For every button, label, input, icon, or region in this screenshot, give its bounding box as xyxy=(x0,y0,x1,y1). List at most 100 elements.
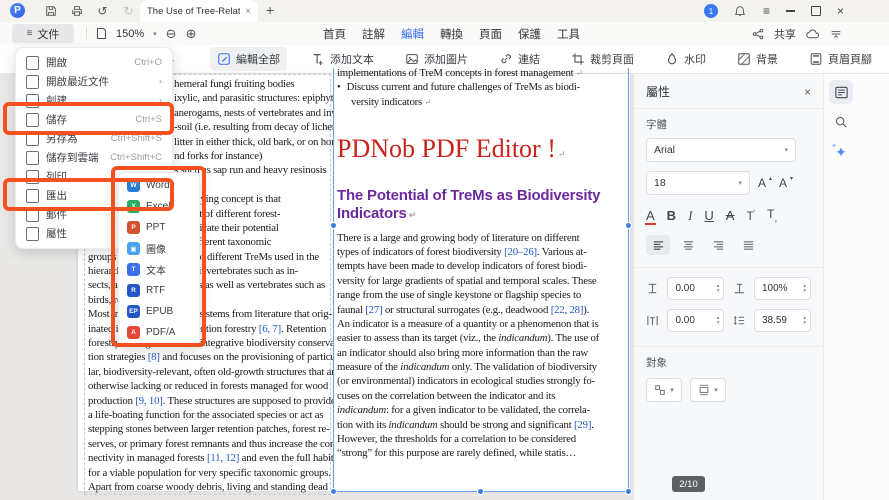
align-justify-button[interactable] xyxy=(736,235,760,255)
panel-close-icon[interactable]: × xyxy=(804,85,811,99)
format-icon: ▣ xyxy=(127,242,140,255)
increase-font-button[interactable]: A▴ xyxy=(758,176,771,190)
return-mark: ↵ xyxy=(558,149,566,159)
line-spacing-input[interactable]: 38.59 ▴▾ xyxy=(754,309,811,332)
print-icon[interactable] xyxy=(70,5,83,18)
decrease-font-button[interactable]: A▾ xyxy=(779,176,792,190)
horizontal-scale-input[interactable]: 100% ▴▾ xyxy=(754,277,811,300)
selection-handle-bottom-left[interactable] xyxy=(330,488,337,495)
ribbon-tab[interactable]: 註解 xyxy=(361,24,386,44)
object-distribute-dropdown[interactable]: ▾ xyxy=(690,378,726,402)
crop-page-label: 裁剪頁面 xyxy=(590,51,634,67)
file-menu-icon: ≡ xyxy=(27,28,33,39)
align-center-button[interactable] xyxy=(676,235,700,255)
text-line: for a viable population for very specifi… xyxy=(88,466,333,480)
ribbon-tab[interactable]: 頁面 xyxy=(478,24,503,44)
minimize-button[interactable] xyxy=(786,10,795,11)
user-avatar[interactable]: 1 xyxy=(704,4,718,18)
char-spacing-input[interactable]: 0.00 ▴▾ xyxy=(667,277,724,300)
properties-rail-button[interactable] xyxy=(829,80,853,104)
ribbon-tab[interactable]: 首頁 xyxy=(322,24,347,44)
file-menu-item[interactable]: 另存為 Ctrl+Shift+S xyxy=(16,129,172,148)
export-format-item[interactable]: EP EPUB xyxy=(119,301,199,322)
file-menu-item-icon xyxy=(26,56,39,70)
export-format-item[interactable]: W Word xyxy=(119,175,199,196)
font-color-button[interactable]: A xyxy=(646,208,655,223)
bullet-line: • Discuss current and future challenges … xyxy=(337,80,629,94)
ribbon-tab[interactable]: 編輯 xyxy=(400,24,425,44)
stepper-arrows[interactable]: ▴▾ xyxy=(803,316,806,326)
app-menu-icon[interactable]: ≡ xyxy=(763,5,770,17)
stepper-arrows[interactable]: ▴▾ xyxy=(717,316,720,326)
redo-icon[interactable]: ↻ xyxy=(122,5,135,18)
document-tab[interactable]: The Use of Tree-Relate... * × xyxy=(140,0,258,22)
ribbon-tab[interactable]: 轉換 xyxy=(439,24,464,44)
edit-all-button[interactable]: 編輯全部 xyxy=(210,47,287,71)
ribbon-tab[interactable]: 保護 xyxy=(517,24,542,44)
bold-button[interactable]: B xyxy=(667,208,676,223)
align-right-button[interactable] xyxy=(706,235,730,255)
file-menu-item-icon xyxy=(26,189,39,203)
notification-bell-icon[interactable] xyxy=(734,5,747,18)
object-align-dropdown[interactable]: ▾ xyxy=(646,378,682,402)
file-menu-item[interactable]: 開啟最近文件 › xyxy=(16,72,172,91)
font-family-select[interactable]: Arial▾ xyxy=(646,138,796,162)
save-icon[interactable] xyxy=(44,5,57,18)
search-rail-button[interactable] xyxy=(829,110,853,134)
export-format-item[interactable]: P PPT xyxy=(119,217,199,238)
ai-assistant-rail-button[interactable]: ✦✦ xyxy=(829,140,853,164)
cloud-icon[interactable] xyxy=(806,27,819,40)
right-column-text[interactable]: implementations of TreM concepts in fore… xyxy=(337,66,629,461)
close-button[interactable]: × xyxy=(837,5,844,17)
export-format-item[interactable]: A PDF/A xyxy=(119,322,199,343)
zoom-level-value[interactable]: 150% xyxy=(116,28,144,40)
file-menu-item[interactable]: 儲存到雲端 Ctrl+Shift+C xyxy=(16,148,172,167)
zoom-in-button[interactable]: ⊕ xyxy=(186,27,197,40)
ribbon-tab[interactable]: 工具 xyxy=(556,24,581,44)
align-left-button[interactable] xyxy=(646,235,670,255)
text-line: lar, biodiversity-relevant, often old-gr… xyxy=(88,365,333,379)
italic-button[interactable]: I xyxy=(688,208,692,224)
format-icon: EP xyxy=(127,305,140,318)
superscript-button[interactable]: T' xyxy=(746,209,755,223)
selection-handle-bottom-mid[interactable] xyxy=(477,488,484,495)
file-menu-item-label: 列印 xyxy=(46,169,128,184)
undo-icon[interactable]: ↺ xyxy=(96,5,109,18)
format-icon: A xyxy=(127,326,140,339)
page-fit-icon[interactable] xyxy=(96,27,107,40)
share-label[interactable]: 共享 xyxy=(774,26,796,42)
stepper-arrows[interactable]: ▴▾ xyxy=(803,284,806,294)
file-menu-item-icon xyxy=(26,151,39,165)
export-format-item[interactable]: X Excel xyxy=(119,196,199,217)
tab-close-icon[interactable]: × xyxy=(245,6,251,17)
subscript-button[interactable]: T, xyxy=(767,207,777,224)
zoom-caret-icon[interactable]: ▾ xyxy=(153,30,157,38)
selection-handle-bottom-right[interactable] xyxy=(625,488,632,495)
header-footer-button[interactable]: 頁眉頁腳 xyxy=(802,47,879,71)
file-menu-button[interactable]: ≡ 文件 xyxy=(12,24,74,43)
background-button[interactable]: 背景 xyxy=(730,47,785,71)
file-menu-item[interactable]: 創建 › xyxy=(16,91,172,110)
export-format-item[interactable]: R RTF xyxy=(119,280,199,301)
export-format-item[interactable]: ▣ 圖像 xyxy=(119,238,199,259)
format-label: 圖像 xyxy=(146,241,166,256)
font-size-select[interactable]: 18▾ xyxy=(646,171,750,195)
collapse-toolbar-icon[interactable] xyxy=(829,27,842,40)
watermark-label: 水印 xyxy=(684,51,706,67)
file-menu-item-shortcut: Ctrl+S xyxy=(135,114,162,125)
underline-button[interactable]: U xyxy=(704,208,713,223)
file-menu-item[interactable]: 開啟 Ctrl+O xyxy=(16,53,172,72)
export-format-item[interactable]: T 文本 xyxy=(119,259,199,280)
format-label: PPT xyxy=(146,222,165,233)
strikethrough-button[interactable]: A xyxy=(726,208,735,223)
watermark-button[interactable]: 水印 xyxy=(658,47,713,71)
selection-handle-left[interactable] xyxy=(330,222,337,229)
zoom-out-button[interactable]: ⊖ xyxy=(166,27,177,40)
share-icon[interactable] xyxy=(751,27,764,40)
stepper-arrows[interactable]: ▴▾ xyxy=(717,284,720,294)
new-tab-button[interactable]: + xyxy=(266,2,274,18)
inserted-red-title[interactable]: PDNob PDF Editor !↵ xyxy=(337,142,629,161)
word-spacing-input[interactable]: 0.00 ▴▾ xyxy=(667,309,724,332)
file-menu-item[interactable]: 儲存 Ctrl+S xyxy=(16,110,172,129)
restore-button[interactable] xyxy=(811,6,821,16)
